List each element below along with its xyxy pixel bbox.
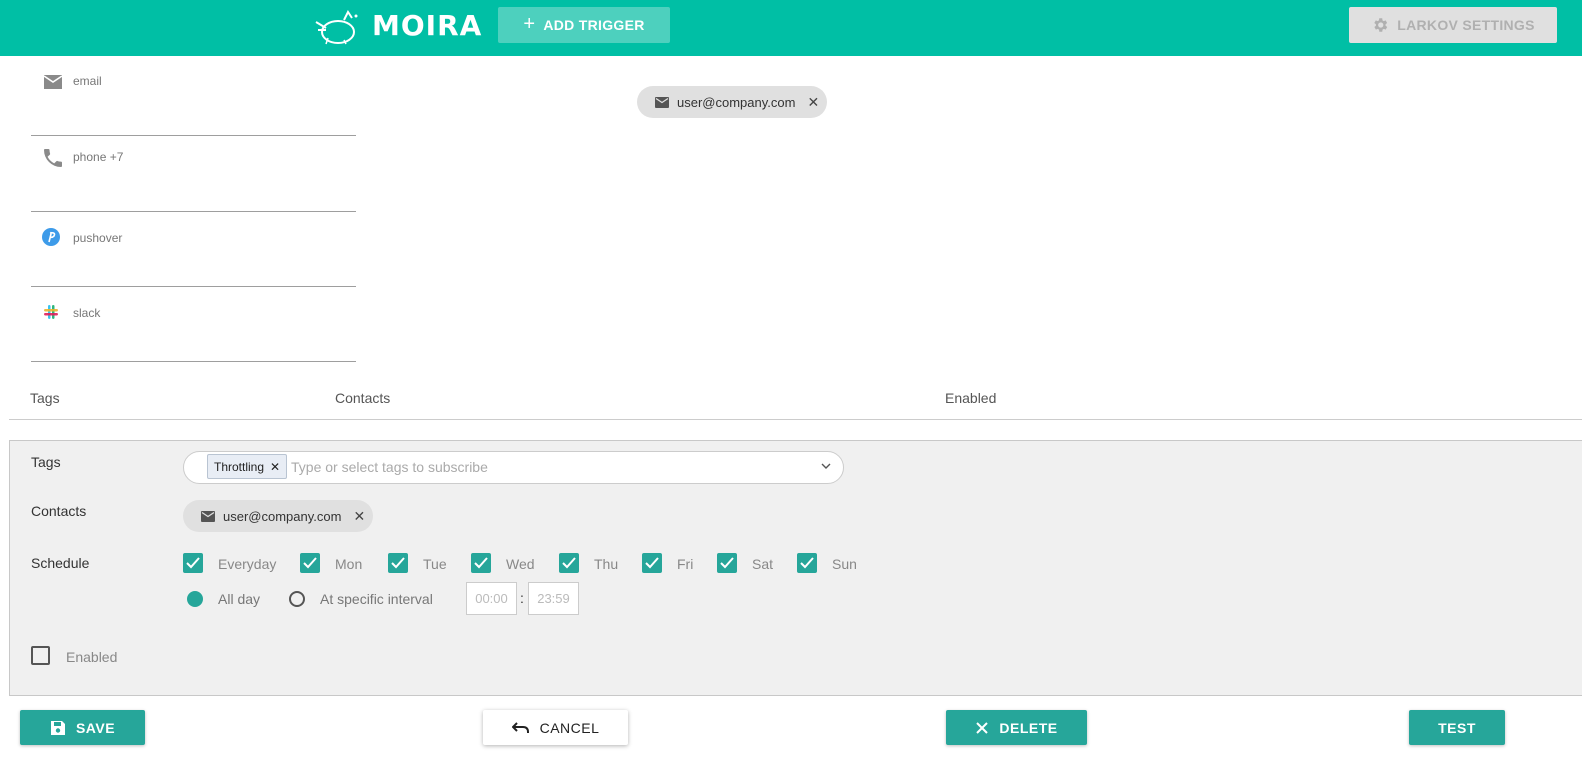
schedule-label: Schedule xyxy=(31,555,90,571)
phone-icon xyxy=(44,149,62,167)
test-label: TEST xyxy=(1438,719,1476,736)
close-icon xyxy=(976,721,989,734)
thu-checkbox[interactable] xyxy=(559,553,579,573)
check-icon xyxy=(186,557,200,569)
mail-icon xyxy=(655,96,669,108)
check-icon xyxy=(800,557,814,569)
contact-type-label: phone +7 xyxy=(73,150,124,164)
undo-icon xyxy=(511,721,529,733)
moira-logo-icon[interactable] xyxy=(314,8,360,46)
delete-button[interactable]: DELETE xyxy=(946,710,1087,745)
specific-interval-radio[interactable] xyxy=(289,591,305,607)
remove-tag-icon[interactable]: ✕ xyxy=(270,460,280,474)
plus-icon: + xyxy=(523,13,536,35)
cancel-label: CANCEL xyxy=(539,719,600,736)
settings-button[interactable]: LARKOV SETTINGS xyxy=(1349,7,1557,43)
save-icon xyxy=(50,720,65,735)
contact-type-label: pushover xyxy=(73,231,123,245)
check-icon xyxy=(303,557,317,569)
check-icon xyxy=(562,557,576,569)
tags-label: Tags xyxy=(31,454,61,470)
enabled-checkbox[interactable] xyxy=(31,646,50,665)
check-icon xyxy=(645,557,659,569)
contact-type-label: email xyxy=(73,74,102,88)
mail-icon xyxy=(43,75,63,89)
mon-checkbox[interactable] xyxy=(300,553,320,573)
contact-chip-label: user@company.com xyxy=(677,94,796,110)
contact-type-label: slack xyxy=(73,306,101,320)
cancel-button[interactable]: CANCEL xyxy=(483,710,628,745)
tue-label: Tue xyxy=(423,556,447,572)
pushover-icon xyxy=(42,228,60,246)
contact-chip-label: user@company.com xyxy=(223,508,342,524)
slack-icon xyxy=(44,305,58,319)
column-header-enabled[interactable]: Enabled xyxy=(945,390,996,406)
specific-interval-label: At specific interval xyxy=(320,591,433,607)
contact-type-phone[interactable]: phone +7 xyxy=(31,136,356,212)
sun-label: Sun xyxy=(832,556,857,572)
thu-label: Thu xyxy=(594,556,619,572)
add-trigger-button[interactable]: + ADD TRIGGER xyxy=(498,7,670,43)
contacts-label: Contacts xyxy=(31,503,87,519)
app-name[interactable]: MOIRA xyxy=(372,9,482,42)
contact-type-email[interactable]: email xyxy=(31,60,356,136)
contact-chip[interactable]: user@company.com ✕ xyxy=(183,500,374,532)
column-header-contacts[interactable]: Contacts xyxy=(335,390,390,406)
add-trigger-label: ADD TRIGGER xyxy=(543,17,645,33)
time-separator: : xyxy=(520,590,524,606)
top-bar: MOIRA + ADD TRIGGER LARKOV SETTINGS xyxy=(0,0,1582,56)
fri-label: Fri xyxy=(677,556,694,572)
everyday-checkbox[interactable] xyxy=(183,553,203,573)
all-day-radio[interactable] xyxy=(187,591,203,607)
save-label: SAVE xyxy=(75,719,116,736)
contact-chip[interactable]: user@company.com ✕ xyxy=(637,86,828,118)
wed-label: Wed xyxy=(506,556,535,572)
sun-checkbox[interactable] xyxy=(797,553,817,573)
divider xyxy=(9,419,1582,420)
sat-label: Sat xyxy=(752,556,774,572)
check-icon xyxy=(720,557,734,569)
delete-label: DELETE xyxy=(999,719,1058,736)
contact-type-slack[interactable]: slack xyxy=(31,286,356,362)
remove-contact-icon[interactable]: ✕ xyxy=(807,94,819,111)
chevron-down-icon[interactable] xyxy=(820,460,832,472)
gear-icon xyxy=(1374,18,1388,32)
tag-chip-label: Throttling xyxy=(214,459,265,474)
column-header-tags[interactable]: Tags xyxy=(30,390,60,406)
time-to-input[interactable]: 23:59 xyxy=(528,582,579,615)
mon-label: Mon xyxy=(335,556,363,572)
mail-icon xyxy=(201,510,215,522)
check-icon xyxy=(391,557,405,569)
wed-checkbox[interactable] xyxy=(471,553,491,573)
tag-chip[interactable]: Throttling ✕ xyxy=(207,454,288,479)
time-from-input[interactable]: 00:00 xyxy=(466,582,517,615)
test-button[interactable]: TEST xyxy=(1409,710,1505,745)
check-icon xyxy=(474,557,488,569)
all-day-label: All day xyxy=(218,591,261,607)
settings-label: LARKOV SETTINGS xyxy=(1397,17,1535,33)
sat-checkbox[interactable] xyxy=(717,553,737,573)
remove-contact-icon[interactable]: ✕ xyxy=(353,508,365,525)
tue-checkbox[interactable] xyxy=(388,553,408,573)
tags-placeholder: Type or select tags to subscribe xyxy=(291,459,488,475)
contact-type-pushover[interactable]: pushover xyxy=(31,211,356,287)
enabled-label: Enabled xyxy=(66,649,118,665)
save-button[interactable]: SAVE xyxy=(20,710,145,745)
everyday-label: Everyday xyxy=(218,556,277,572)
fri-checkbox[interactable] xyxy=(642,553,662,573)
